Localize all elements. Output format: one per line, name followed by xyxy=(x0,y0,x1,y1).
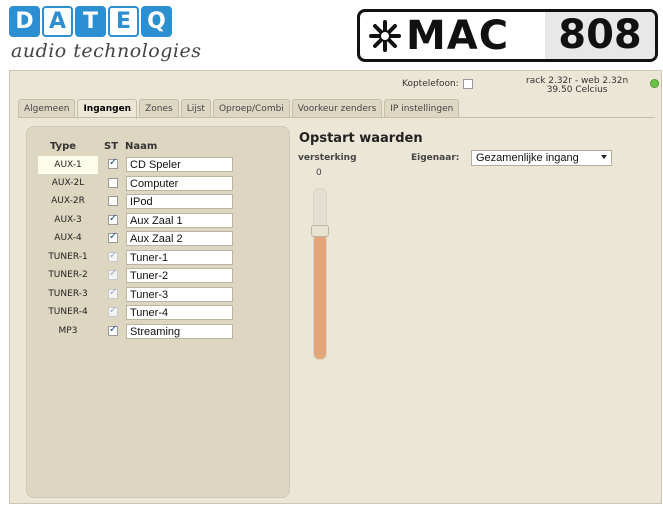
eigenaar-select-value: Gezamenlijke ingang xyxy=(476,152,579,164)
input-name-field[interactable]: Tuner-3 xyxy=(126,286,233,302)
product-logo: MAC 808 xyxy=(357,9,658,62)
tab-ingangen[interactable]: Ingangen xyxy=(77,99,138,119)
input-row: TUNER-4 Tuner-4 xyxy=(27,304,289,322)
product-name: MAC xyxy=(406,12,510,59)
input-name-field[interactable]: Computer xyxy=(126,175,233,191)
input-type: AUX-2R xyxy=(51,196,85,206)
input-type: TUNER-4 xyxy=(48,307,88,317)
column-header-type: Type xyxy=(50,141,77,152)
version-info: rack 2.32r - web 2.32n 39.50 Celcius xyxy=(526,77,628,95)
input-type: AUX-3 xyxy=(54,214,82,225)
input-row: AUX-2L Computer xyxy=(27,175,289,193)
input-row: MP3 Streaming xyxy=(27,323,289,341)
input-name-field[interactable]: CD Speler xyxy=(126,157,233,172)
logo-letter-t: T xyxy=(75,6,106,37)
input-type: AUX-4 xyxy=(54,233,82,243)
versterking-slider-handle[interactable] xyxy=(311,225,329,237)
st-checkbox xyxy=(108,268,118,280)
temperature-line: 39.50 Celcius xyxy=(546,85,608,95)
chevron-down-icon xyxy=(601,155,607,159)
input-name-field[interactable]: Aux Zaal 1 xyxy=(126,212,233,228)
versterking-slider-fill xyxy=(314,231,326,359)
versterking-value: 0 xyxy=(316,168,322,178)
input-row: TUNER-2 Tuner-2 xyxy=(27,267,289,285)
eigenaar-select[interactable]: Gezamenlijke ingang xyxy=(471,150,612,166)
input-type: AUX-1 xyxy=(38,156,98,174)
input-name-field[interactable]: Streaming xyxy=(126,323,233,339)
versterking-slider-track[interactable] xyxy=(313,188,327,360)
eigenaar-label: Eigenaar: xyxy=(411,153,460,163)
tab-ip-instellingen[interactable]: IP instellingen xyxy=(384,99,460,118)
logo-tagline: audio technologies xyxy=(11,40,202,62)
inputs-list-panel: Type ST Naam AUX-1 CD Speler AUX-2L Compute… xyxy=(26,126,290,498)
product-number: 808 xyxy=(545,12,655,59)
logo-letter-e: E xyxy=(108,6,139,37)
input-row: AUX-4 Aux Zaal 2 xyxy=(27,230,289,248)
input-type: TUNER-2 xyxy=(48,270,88,280)
st-checkbox[interactable] xyxy=(108,324,118,336)
koptelefoon-label: Koptelefoon: xyxy=(402,79,459,89)
input-name-field[interactable]: IPod xyxy=(126,194,233,209)
input-name-field[interactable]: Tuner-1 xyxy=(126,249,233,265)
tab-oproep-combi[interactable]: Oproep/Combi xyxy=(212,99,290,118)
input-type: TUNER-3 xyxy=(48,288,88,299)
st-checkbox[interactable] xyxy=(108,231,118,243)
asterisk-snowflake-icon xyxy=(366,16,404,56)
versterking-label: versterking xyxy=(298,153,357,163)
tab-lijst[interactable]: Lijst xyxy=(180,99,211,118)
input-type: AUX-2L xyxy=(51,177,85,188)
dateq-logo: D A T E Q xyxy=(9,6,172,37)
tab-divider xyxy=(18,117,655,118)
st-checkbox xyxy=(108,287,118,299)
input-row: TUNER-3 Tuner-3 xyxy=(27,286,289,304)
st-checkbox xyxy=(108,305,118,317)
tab-voorkeur-zenders[interactable]: Voorkeur zenders xyxy=(291,99,383,118)
st-checkbox[interactable] xyxy=(108,196,118,206)
column-header-naam: Naam xyxy=(125,141,158,152)
input-row: AUX-2R IPod xyxy=(27,193,289,211)
logo-letter-q: Q xyxy=(141,6,172,37)
koptelefoon: Koptelefoon: xyxy=(402,79,473,89)
input-name-field[interactable]: Tuner-2 xyxy=(126,268,233,283)
status-led-icon xyxy=(650,79,659,88)
st-checkbox[interactable] xyxy=(108,177,118,188)
koptelefoon-checkbox[interactable] xyxy=(462,79,473,89)
tab-bar: Algemeen Ingangen Zones Lijst Oproep/Combi Vo… xyxy=(18,99,460,119)
input-name-field[interactable]: Aux Zaal 2 xyxy=(126,231,233,246)
tab-zones[interactable]: Zones xyxy=(139,99,179,118)
opstart-title: Opstart waarden xyxy=(299,131,423,146)
input-row: AUX-3 Aux Zaal 1 xyxy=(27,212,289,230)
logo-letter-a: A xyxy=(42,6,73,37)
input-type: TUNER-1 xyxy=(48,251,88,262)
tab-algemeen[interactable]: Algemeen xyxy=(18,99,76,118)
st-checkbox[interactable] xyxy=(108,213,118,225)
logo-letter-d: D xyxy=(9,6,40,37)
st-checkbox xyxy=(108,250,118,262)
input-row: AUX-1 CD Speler xyxy=(27,156,289,174)
input-name-field[interactable]: Tuner-4 xyxy=(126,305,233,320)
column-header-st: ST xyxy=(104,141,119,152)
header: D A T E Q audio technologies MAC 808 xyxy=(0,0,663,68)
main-panel: Koptelefoon: rack 2.32r - web 2.32n 39.5… xyxy=(9,70,662,504)
st-checkbox[interactable] xyxy=(108,157,118,169)
input-row: TUNER-1 Tuner-1 xyxy=(27,249,289,267)
input-type: MP3 xyxy=(58,325,78,336)
status-bar: Koptelefoon: rack 2.32r - web 2.32n 39.5… xyxy=(10,71,661,99)
